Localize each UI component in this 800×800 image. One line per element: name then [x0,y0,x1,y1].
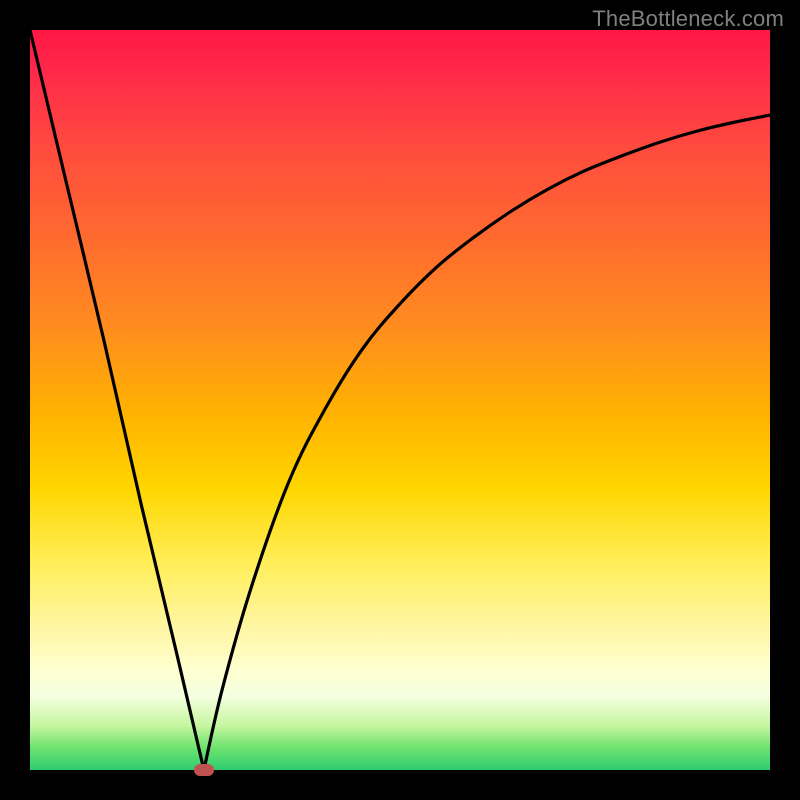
chart-frame: TheBottleneck.com [0,0,800,800]
minimum-marker [194,764,214,776]
curve-left-branch [30,30,204,770]
bottleneck-curve [30,30,770,770]
plot-area [30,30,770,770]
watermark-text: TheBottleneck.com [592,6,784,32]
curve-right-branch [204,115,770,770]
